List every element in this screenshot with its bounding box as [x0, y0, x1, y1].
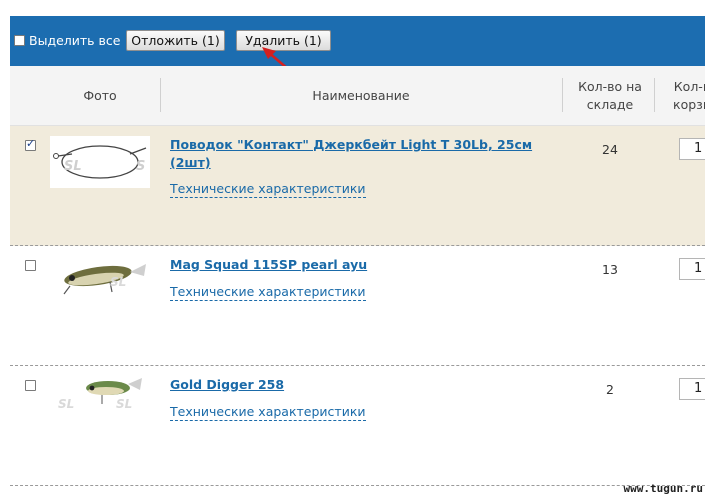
table-row: SL S Поводок "Контакт" Джеркбейт Light T…: [10, 126, 705, 246]
product-thumbnail[interactable]: SL S: [50, 136, 150, 188]
quantity-input[interactable]: 1: [679, 138, 705, 160]
product-thumbnail[interactable]: SL: [50, 254, 150, 306]
stock-count: 2: [606, 382, 614, 397]
row-checkbox[interactable]: [25, 137, 36, 151]
quantity-input[interactable]: 1: [679, 378, 705, 400]
select-all-label: Выделить все: [29, 33, 121, 48]
product-name-link[interactable]: Gold Digger 258: [170, 376, 540, 394]
select-all-checkbox[interactable]: [14, 35, 25, 46]
column-divider: [562, 78, 563, 112]
product-name-link[interactable]: Поводок "Контакт" Джеркбейт Light T 30Lb…: [170, 136, 540, 172]
svg-text:SL: SL: [116, 397, 132, 411]
stock-count: 13: [602, 262, 618, 277]
select-all-control[interactable]: Выделить все: [14, 33, 120, 48]
svg-text:SL: SL: [64, 159, 82, 174]
product-name-link[interactable]: Mag Squad 115SP pearl ayu: [170, 256, 540, 274]
product-specs-link[interactable]: Технические характеристики: [170, 404, 366, 421]
postpone-button[interactable]: Отложить (1): [126, 30, 225, 51]
column-header-in-cart: Кол-в корзи: [673, 78, 705, 112]
column-header-name: Наименование: [312, 87, 410, 103]
svg-text:S: S: [136, 159, 145, 174]
table-row: SL Mag Squad 115SP pearl ayu Технические…: [10, 246, 705, 366]
svg-text:SL: SL: [110, 275, 126, 289]
quantity-input[interactable]: 1: [679, 258, 705, 280]
table-header: Фото Наименование Кол-во на складе Кол-в…: [10, 66, 705, 126]
row-checkbox[interactable]: [25, 260, 36, 271]
table-row: SL SL Gold Digger 258 Технические характ…: [10, 366, 705, 486]
product-specs-link[interactable]: Технические характеристики: [170, 284, 366, 301]
stock-count: 24: [602, 142, 618, 157]
site-watermark: www.tugun.ru: [623, 482, 703, 495]
svg-text:SL: SL: [58, 397, 74, 411]
leader-wire-icon: SL S: [53, 145, 147, 179]
delete-button[interactable]: Удалить (1): [236, 30, 331, 51]
lure-icon: SL: [63, 264, 146, 295]
product-specs-link[interactable]: Технические характеристики: [170, 181, 366, 198]
cart-toolbar: Выделить все Отложить (1) Удалить (1): [10, 16, 705, 66]
product-thumbnail[interactable]: SL SL: [50, 370, 150, 422]
column-header-photo: Фото: [83, 87, 117, 103]
column-divider: [654, 78, 655, 112]
column-header-stock: Кол-во на складе: [578, 78, 642, 112]
lure-icon: SL SL: [58, 378, 142, 411]
row-checkbox[interactable]: [25, 380, 36, 391]
